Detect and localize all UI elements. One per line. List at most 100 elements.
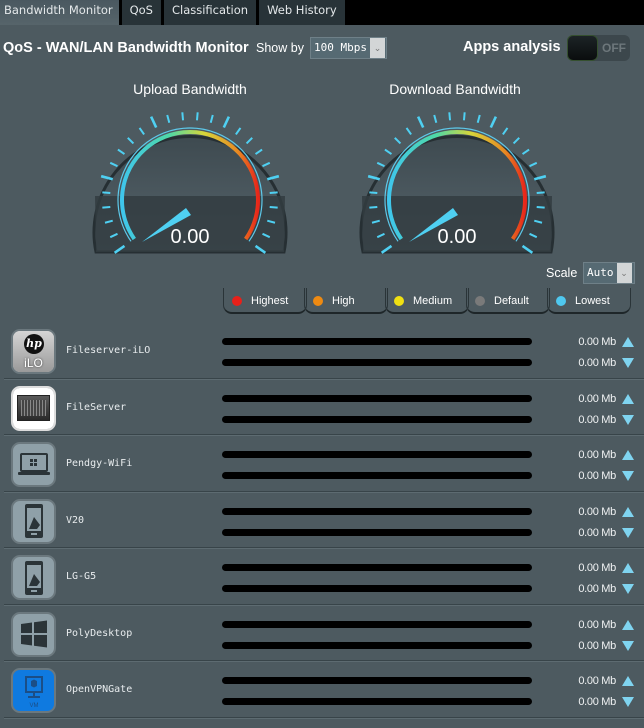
scale-select[interactable]: Auto ⌄ xyxy=(583,262,635,284)
download-gauge-title: Download Bandwidth xyxy=(389,81,521,97)
legend-default[interactable]: Default xyxy=(466,288,550,314)
client-row: PolyDesktop 0.00 Mb 0.00 Mb xyxy=(4,605,644,662)
legend-highest[interactable]: Highest xyxy=(223,288,307,314)
download-bar xyxy=(222,415,532,423)
download-arrow-icon xyxy=(622,414,634,425)
show-by-value: 100 Mbps xyxy=(314,41,367,54)
client-name[interactable]: Fileserver-iLO xyxy=(66,345,150,356)
android-phone-icon[interactable] xyxy=(11,498,56,544)
download-arrow-icon xyxy=(622,471,634,481)
scale-value: Auto xyxy=(587,266,614,279)
legend-label: Medium xyxy=(413,295,453,307)
toggle-state: OFF xyxy=(602,41,626,55)
svg-text:VM: VM xyxy=(29,703,38,709)
toggle-knob xyxy=(567,35,598,61)
download-rate: 0.00 Mb xyxy=(578,357,616,369)
download-bar xyxy=(222,359,532,366)
legend-label: Default xyxy=(494,295,529,307)
chevron-down-icon: ⌄ xyxy=(369,38,385,58)
client-row: V20 0.00 Mb 0.00 Mb xyxy=(4,492,644,549)
upload-rate: 0.00 Mb xyxy=(578,675,616,687)
upload-gauge: 0.00 xyxy=(90,100,290,258)
download-arrow-icon xyxy=(622,527,634,538)
upload-rate: 0.00 Mb xyxy=(578,505,616,518)
upload-gauge-title: Upload Bandwidth xyxy=(133,81,247,97)
legend-label: Highest xyxy=(251,295,289,307)
download-gauge-value: 0.00 xyxy=(437,226,477,248)
client-row: VM OpenVPNGate 0.00 Mb 0.00 Mb xyxy=(4,661,644,718)
apps-analysis-label: Apps analysis xyxy=(463,39,561,55)
client-name[interactable]: V20 xyxy=(66,515,84,526)
upload-bar xyxy=(222,564,532,571)
show-by-label: Show by xyxy=(256,41,304,55)
download-rate: 0.00 Mb xyxy=(578,526,616,539)
upload-bar xyxy=(222,338,532,345)
priority-legend: Highest High Medium Default Lowest xyxy=(223,288,631,314)
legend-lowest[interactable]: Lowest xyxy=(547,288,631,314)
hp-ilo-icon[interactable]: hp iLO xyxy=(11,329,56,374)
client-name[interactable]: PolyDesktop xyxy=(66,628,132,639)
upload-arrow-icon xyxy=(622,563,634,573)
vm-icon[interactable]: VM xyxy=(11,668,56,713)
download-bar xyxy=(222,585,532,592)
download-arrow-icon xyxy=(622,697,634,707)
upload-arrow-icon xyxy=(622,337,634,347)
download-rate: 0.00 Mb xyxy=(578,583,616,595)
header: QoS - WAN/LAN Bandwidth Monitor Show by … xyxy=(0,25,644,73)
download-arrow-icon xyxy=(622,358,634,368)
show-by-select[interactable]: 100 Mbps ⌄ xyxy=(310,37,387,59)
chevron-down-icon: ⌄ xyxy=(616,263,632,283)
download-bar xyxy=(222,641,532,649)
download-bar xyxy=(222,528,532,536)
dot-icon xyxy=(475,296,485,306)
upload-rate: 0.00 Mb xyxy=(578,336,616,348)
server-icon[interactable] xyxy=(11,385,56,431)
download-rate: 0.00 Mb xyxy=(578,413,616,426)
upload-bar xyxy=(222,394,532,402)
client-list: hp iLO Fileserver-iLO 0.00 Mb 0.00 Mb Fil… xyxy=(4,322,644,718)
upload-rate: 0.00 Mb xyxy=(578,618,616,631)
upload-rate: 0.00 Mb xyxy=(578,392,616,405)
upload-arrow-icon xyxy=(622,450,634,460)
download-gauge: 0.00 xyxy=(357,100,557,258)
download-arrow-icon xyxy=(622,640,634,651)
android-phone-icon[interactable] xyxy=(11,555,56,600)
client-name[interactable]: Pendgy-WiFi xyxy=(66,458,132,469)
dot-icon xyxy=(556,296,566,306)
dot-icon xyxy=(394,296,404,306)
upload-arrow-icon xyxy=(622,506,634,517)
page-title: QoS - WAN/LAN Bandwidth Monitor xyxy=(3,40,249,56)
tab-qos[interactable]: QoS xyxy=(121,0,161,25)
windows-icon[interactable] xyxy=(11,611,56,657)
download-rate: 0.00 Mb xyxy=(578,639,616,652)
client-row: Pendgy-WiFi 0.00 Mb 0.00 Mb xyxy=(4,435,644,492)
client-row: hp iLO Fileserver-iLO 0.00 Mb 0.00 Mb xyxy=(4,322,644,379)
legend-label: Lowest xyxy=(575,295,610,307)
upload-arrow-icon xyxy=(622,619,634,630)
windows-laptop-icon[interactable] xyxy=(11,442,56,487)
legend-high[interactable]: High xyxy=(304,288,388,314)
legend-label: High xyxy=(332,295,355,307)
tab-bandwidth-monitor[interactable]: Bandwidth Monitor xyxy=(0,0,119,25)
download-arrow-icon xyxy=(622,584,634,594)
tab-web-history[interactable]: Web History xyxy=(259,0,345,25)
client-name[interactable]: OpenVPNGate xyxy=(66,684,132,695)
tab-classification[interactable]: Classification xyxy=(163,0,257,25)
upload-gauge-value: 0.00 xyxy=(170,226,210,248)
client-name[interactable]: FileServer xyxy=(66,402,126,413)
download-bar xyxy=(222,698,532,705)
upload-bar xyxy=(222,507,532,515)
client-name[interactable]: LG-G5 xyxy=(66,571,96,582)
client-row: LG-G5 0.00 Mb 0.00 Mb xyxy=(4,548,644,605)
scale-label: Scale xyxy=(546,266,578,280)
upload-bar xyxy=(222,451,532,458)
upload-bar xyxy=(222,677,532,684)
dot-icon xyxy=(313,296,323,306)
upload-rate: 0.00 Mb xyxy=(578,562,616,574)
download-bar xyxy=(222,472,532,479)
download-rate: 0.00 Mb xyxy=(578,696,616,708)
download-rate: 0.00 Mb xyxy=(578,470,616,482)
legend-medium[interactable]: Medium xyxy=(385,288,469,314)
upload-arrow-icon xyxy=(622,676,634,686)
apps-analysis-toggle[interactable]: OFF xyxy=(567,35,630,61)
